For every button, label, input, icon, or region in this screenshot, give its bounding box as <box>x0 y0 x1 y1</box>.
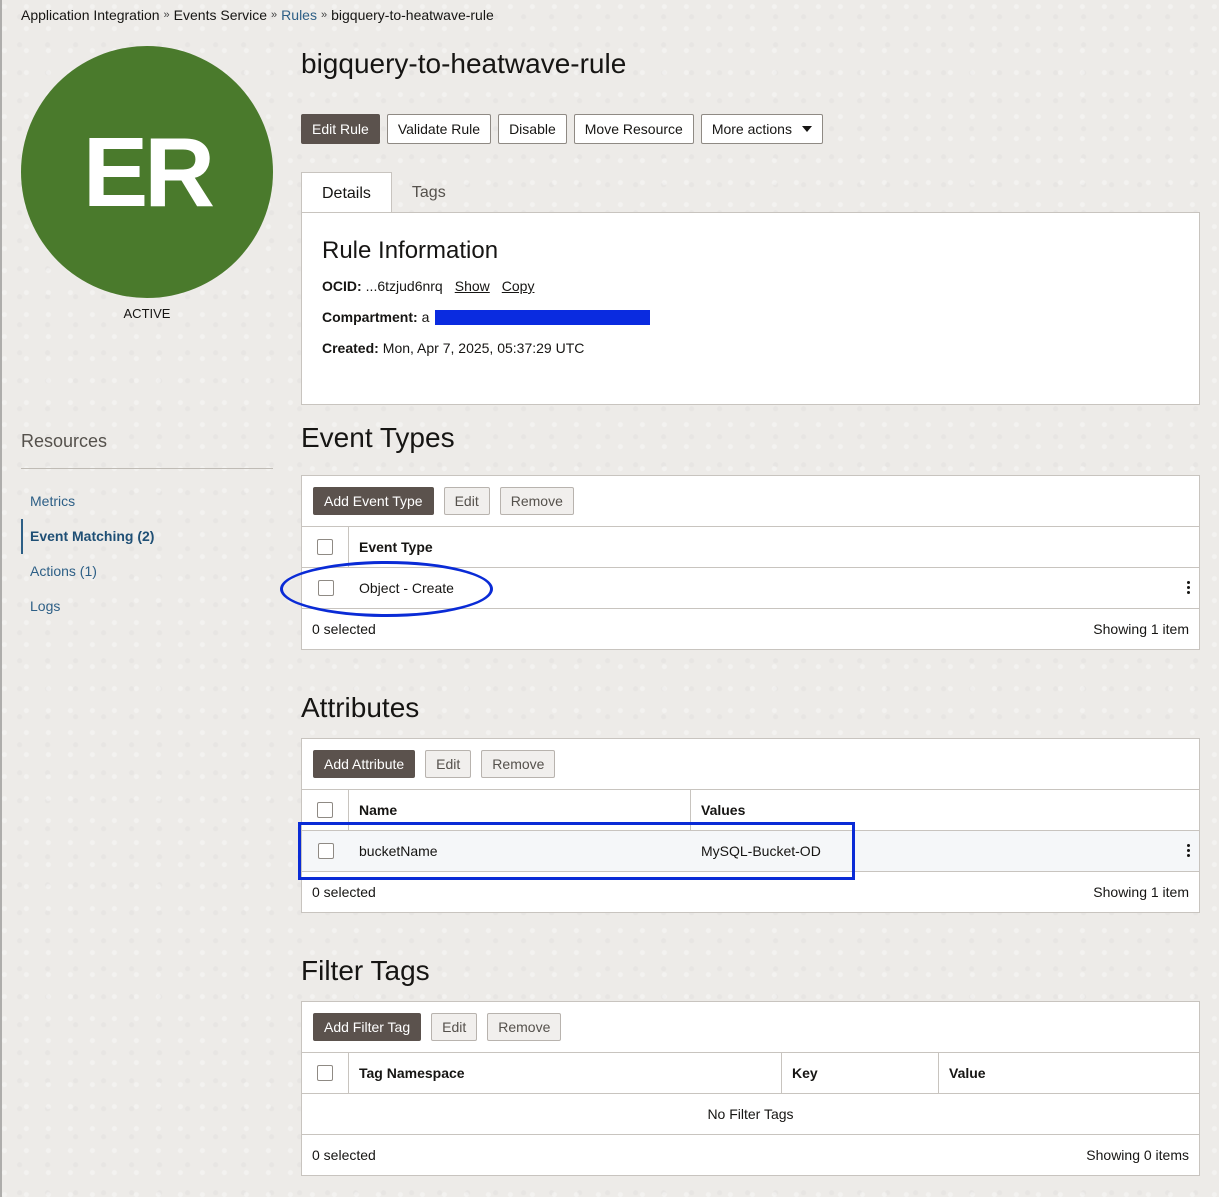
breadcrumb-current: bigquery-to-heatwave-rule <box>331 7 494 23</box>
table-header: Name Values <box>302 790 1199 831</box>
add-attribute-button[interactable]: Add Attribute <box>313 750 416 778</box>
filter-tags-table: Add Filter Tag Edit Remove Tag Namespace… <box>301 1001 1200 1176</box>
add-event-type-button[interactable]: Add Event Type <box>313 487 434 515</box>
ocid-show-link[interactable]: Show <box>455 278 490 294</box>
table-footer: 0 selected Showing 0 items <box>302 1135 1199 1175</box>
add-filter-tag-button[interactable]: Add Filter Tag <box>313 1013 422 1041</box>
caret-down-icon <box>801 126 812 132</box>
resources-item-metrics[interactable]: Metrics <box>21 484 273 519</box>
showing-count: Showing 0 items <box>1086 1147 1189 1163</box>
details-panel: Rule Information OCID: ...6tzjud6nrq Sho… <box>301 212 1200 405</box>
column-header-value[interactable]: Value <box>939 1053 986 1093</box>
created-label: Created: <box>322 340 379 356</box>
event-type-cell: Object - Create <box>359 580 454 596</box>
column-header-values[interactable]: Values <box>691 790 745 830</box>
table-footer: 0 selected Showing 1 item <box>302 872 1199 912</box>
breadcrumb-separator: » <box>320 9 328 21</box>
breadcrumb: Application Integration » Events Service… <box>21 7 494 23</box>
ocid-copy-link[interactable]: Copy <box>502 278 535 294</box>
resource-avatar: ER <box>21 46 273 298</box>
select-all-checkbox[interactable] <box>317 539 333 555</box>
table-header: Tag Namespace Key Value <box>302 1053 1199 1094</box>
compartment-label: Compartment: <box>322 309 418 325</box>
row-check-cell <box>302 831 349 871</box>
window-edge <box>0 0 2 1197</box>
filter-tags-heading: Filter Tags <box>301 955 430 986</box>
table-footer: 0 selected Showing 1 item <box>302 609 1199 649</box>
resources-heading: Resources <box>21 431 108 451</box>
resources-item-logs[interactable]: Logs <box>21 589 273 624</box>
remove-attribute-button[interactable]: Remove <box>481 750 556 778</box>
edit-attribute-button[interactable]: Edit <box>425 750 472 778</box>
resources-divider <box>21 468 273 469</box>
attributes-heading: Attributes <box>301 692 420 723</box>
resources-item-event-matching[interactable]: Event Matching (2) <box>21 519 273 554</box>
page-title: bigquery-to-heatwave-rule <box>301 48 627 79</box>
move-resource-button[interactable]: Move Resource <box>573 114 694 144</box>
tab-details[interactable]: Details <box>301 172 392 214</box>
validate-rule-button[interactable]: Validate Rule <box>386 114 492 144</box>
attribute-values-cell: MySQL-Bucket-OD <box>701 843 821 859</box>
remove-filter-tag-button[interactable]: Remove <box>487 1013 562 1041</box>
created-value: Mon, Apr 7, 2025, 05:37:29 UTC <box>382 340 585 356</box>
disable-button[interactable]: Disable <box>498 114 567 144</box>
event-types-table: Add Event Type Edit Remove Event Type Ob… <box>301 475 1200 650</box>
showing-count: Showing 1 item <box>1093 621 1189 637</box>
column-header-name[interactable]: Name <box>349 790 691 830</box>
action-toolbar: Edit Rule Validate Rule Disable Move Res… <box>301 114 823 144</box>
more-actions-button[interactable]: More actions <box>700 114 823 144</box>
table-row[interactable]: Object - Create <box>302 568 1199 609</box>
ocid-row: OCID: ...6tzjud6nrq Show Copy <box>322 278 534 294</box>
showing-count: Showing 1 item <box>1093 884 1189 900</box>
compartment-row: Compartment: a <box>322 309 651 325</box>
column-header-event-type[interactable]: Event Type <box>349 527 433 567</box>
event-types-heading: Event Types <box>301 422 455 453</box>
edit-filter-tag-button[interactable]: Edit <box>431 1013 478 1041</box>
row-actions-icon[interactable] <box>1187 581 1190 594</box>
selected-count: 0 selected <box>312 1147 376 1163</box>
row-actions-icon[interactable] <box>1187 844 1190 857</box>
attribute-name-cell: bucketName <box>359 843 438 859</box>
created-row: Created: Mon, Apr 7, 2025, 05:37:29 UTC <box>322 340 584 356</box>
attributes-toolbar: Add Attribute Edit Remove <box>302 739 1199 790</box>
compartment-value-prefix[interactable]: a <box>422 309 430 325</box>
remove-event-type-button[interactable]: Remove <box>499 487 574 515</box>
table-header: Event Type <box>302 527 1199 568</box>
event-types-toolbar: Add Event Type Edit Remove <box>302 476 1199 527</box>
filter-tags-toolbar: Add Filter Tag Edit Remove <box>302 1002 1199 1053</box>
edit-rule-button[interactable]: Edit Rule <box>301 114 380 144</box>
select-all-cell <box>302 1053 349 1093</box>
selected-count: 0 selected <box>312 884 376 900</box>
table-row[interactable]: bucketName MySQL-Bucket-OD <box>302 831 1199 872</box>
row-checkbox[interactable] <box>317 580 334 596</box>
column-header-tag-namespace[interactable]: Tag Namespace <box>349 1053 782 1093</box>
select-all-cell <box>302 790 349 830</box>
empty-state: No Filter Tags <box>302 1094 1199 1135</box>
avatar-initials: ER <box>82 116 215 227</box>
tab-tags[interactable]: Tags <box>392 172 466 213</box>
resources-item-actions[interactable]: Actions (1) <box>21 554 273 589</box>
breadcrumb-events-service[interactable]: Events Service <box>174 7 267 23</box>
breadcrumb-rules[interactable]: Rules <box>281 7 317 23</box>
row-check-cell <box>302 568 349 608</box>
edit-event-type-button[interactable]: Edit <box>443 487 490 515</box>
breadcrumb-separator: » <box>271 9 278 21</box>
redaction-bar <box>435 309 651 325</box>
more-actions-label: More actions <box>711 121 792 137</box>
ocid-label: OCID: <box>322 278 362 294</box>
resources-nav: Metrics Event Matching (2) Actions (1) L… <box>21 484 273 624</box>
column-header-key[interactable]: Key <box>782 1053 939 1093</box>
ocid-value: ...6tzjud6nrq <box>365 278 443 294</box>
selected-count: 0 selected <box>312 621 376 637</box>
row-checkbox[interactable] <box>317 843 334 859</box>
attributes-table: Add Attribute Edit Remove Name Values bu… <box>301 738 1200 913</box>
breadcrumb-application-integration[interactable]: Application Integration <box>21 7 160 23</box>
select-all-checkbox[interactable] <box>317 1065 333 1081</box>
tab-bar: Details Tags <box>301 172 466 214</box>
breadcrumb-separator: » <box>163 9 170 21</box>
status-badge: ACTIVE <box>123 306 171 321</box>
rule-information-heading: Rule Information <box>322 237 499 264</box>
select-all-checkbox[interactable] <box>317 802 333 818</box>
select-all-cell <box>302 527 349 567</box>
